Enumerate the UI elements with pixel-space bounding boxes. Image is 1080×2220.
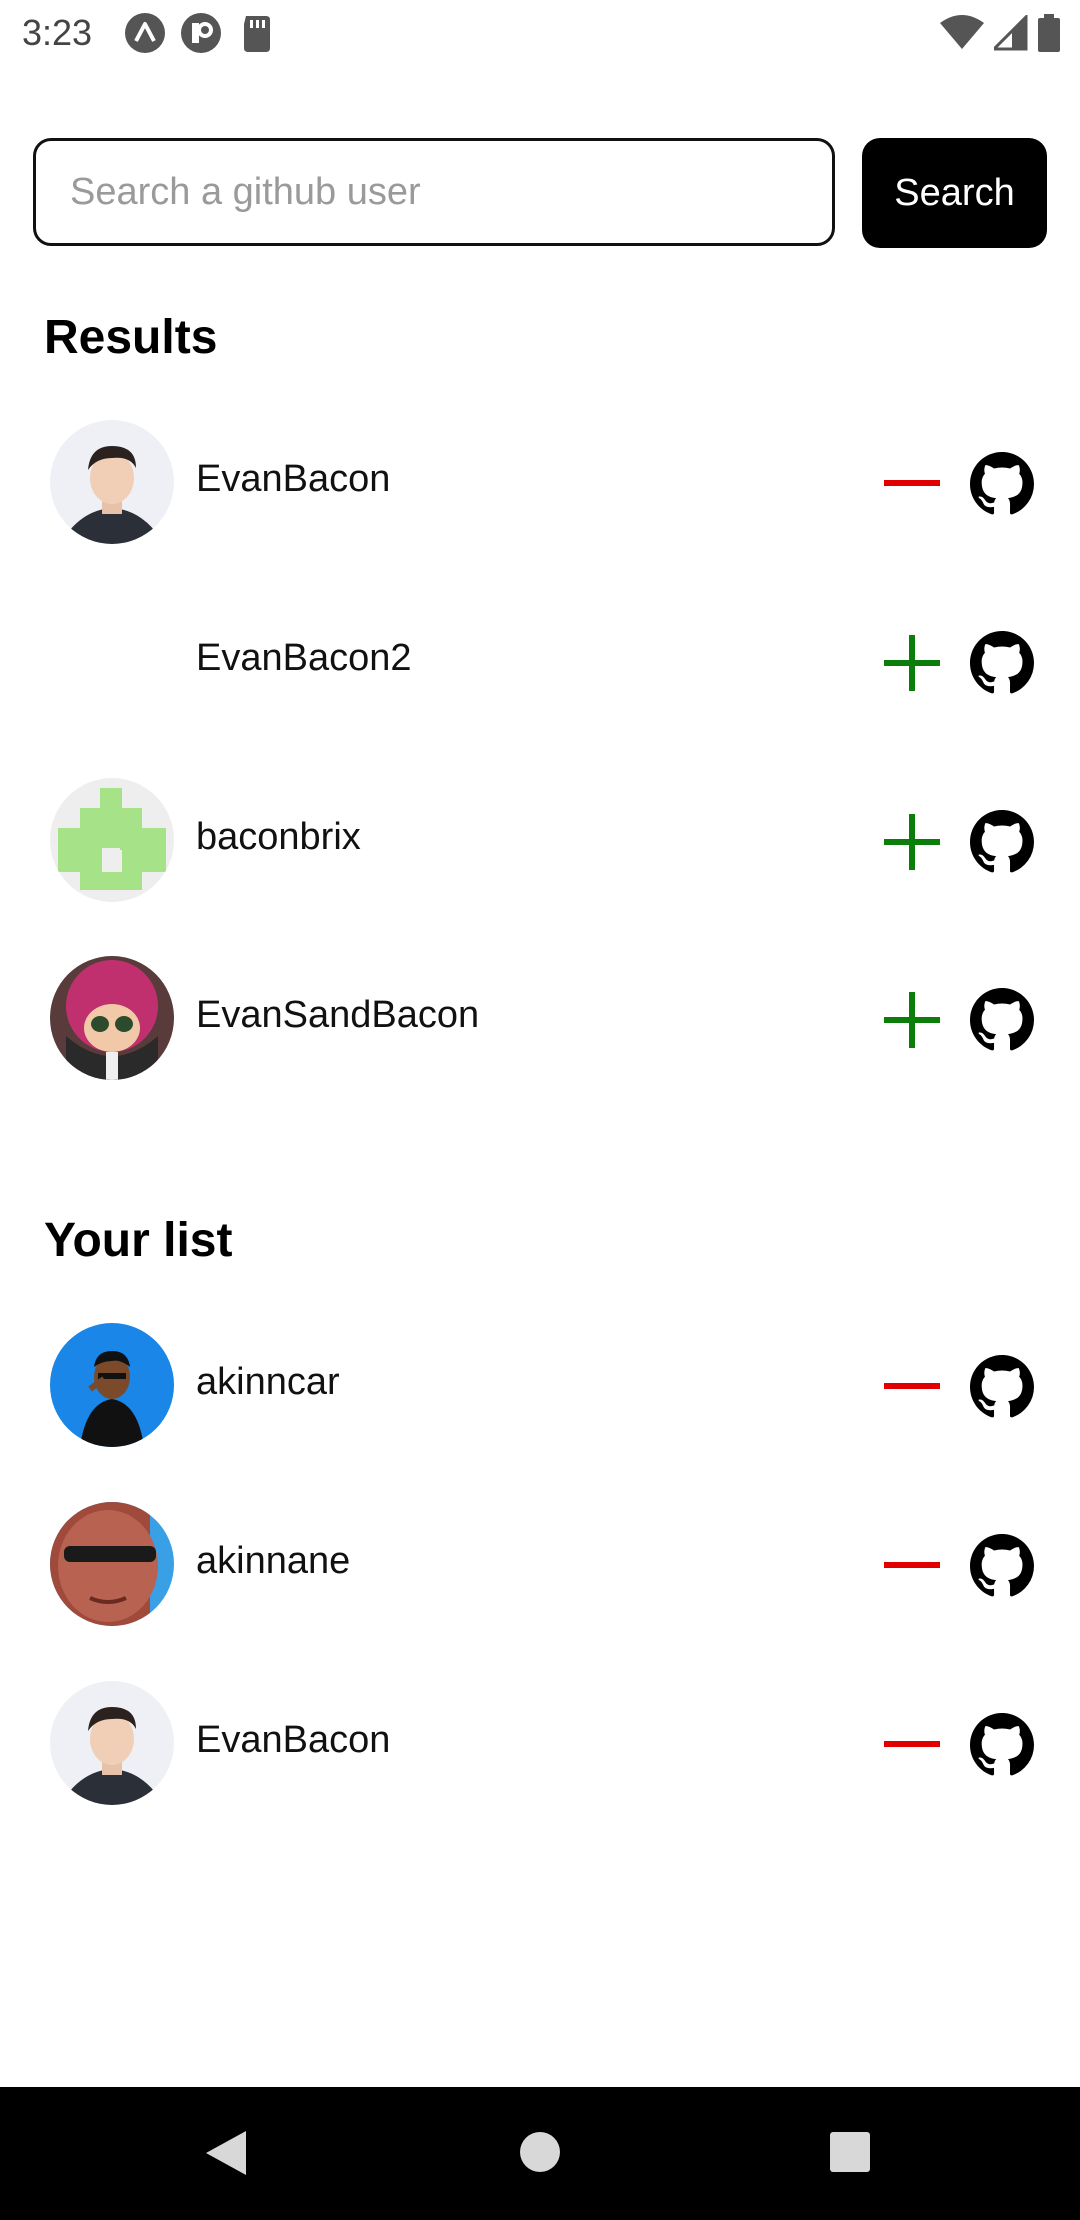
- avatar: [50, 1681, 174, 1805]
- system-icons: [940, 13, 1060, 57]
- username: EvanBacon: [196, 458, 391, 500]
- battery-icon: [1038, 14, 1060, 57]
- result-row: baconbrix: [0, 770, 1080, 910]
- github-icon[interactable]: [970, 631, 1034, 695]
- cell-signal-icon: [990, 13, 1028, 56]
- minus-icon[interactable]: [880, 452, 944, 516]
- github-icon[interactable]: [970, 452, 1034, 516]
- navigation-bar: [0, 2087, 1080, 2220]
- minus-icon[interactable]: [880, 1534, 944, 1598]
- github-icon[interactable]: [970, 1355, 1034, 1419]
- plus-icon[interactable]: [880, 810, 944, 874]
- username: EvanBacon2: [196, 637, 412, 679]
- result-row: EvanSandBacon: [0, 948, 1080, 1088]
- sd-card-icon: [236, 12, 278, 54]
- plus-icon[interactable]: [880, 631, 944, 695]
- username: akinncar: [196, 1361, 340, 1403]
- username: baconbrix: [196, 816, 361, 858]
- avatar: [50, 956, 174, 1080]
- search-input[interactable]: [33, 138, 835, 246]
- avatar: [50, 778, 174, 902]
- username: EvanBacon: [196, 1719, 391, 1761]
- status-time: 3:23: [22, 12, 93, 53]
- list-row: akinncar: [0, 1315, 1080, 1455]
- wifi-icon: [940, 15, 984, 56]
- avatar: [50, 1323, 174, 1447]
- github-icon[interactable]: [970, 1534, 1034, 1598]
- results-title: Results: [44, 311, 218, 364]
- expo-icon: [124, 12, 166, 54]
- minus-icon[interactable]: [880, 1355, 944, 1419]
- status-bar: 3:23: [0, 0, 1080, 66]
- avatar: [50, 420, 174, 544]
- result-row: EvanBacon2: [0, 591, 1080, 731]
- result-row: EvanBacon: [0, 412, 1080, 552]
- github-icon[interactable]: [970, 988, 1034, 1052]
- plus-icon[interactable]: [880, 988, 944, 1052]
- list-row: akinnane: [0, 1494, 1080, 1634]
- search-button[interactable]: Search: [862, 138, 1047, 248]
- minus-icon[interactable]: [880, 1713, 944, 1777]
- github-icon[interactable]: [970, 810, 1034, 874]
- username: EvanSandBacon: [196, 994, 480, 1036]
- avatar: [50, 1502, 174, 1626]
- list-row: EvanBacon: [0, 1673, 1080, 1813]
- github-icon[interactable]: [970, 1713, 1034, 1777]
- username: akinnane: [196, 1540, 351, 1582]
- notification-icons: [124, 12, 278, 54]
- app-badge-icon: [180, 12, 222, 54]
- home-icon[interactable]: [519, 2131, 561, 2178]
- recents-icon[interactable]: [829, 2131, 871, 2178]
- back-icon[interactable]: [204, 2129, 248, 2182]
- your-list-title: Your list: [44, 1214, 233, 1267]
